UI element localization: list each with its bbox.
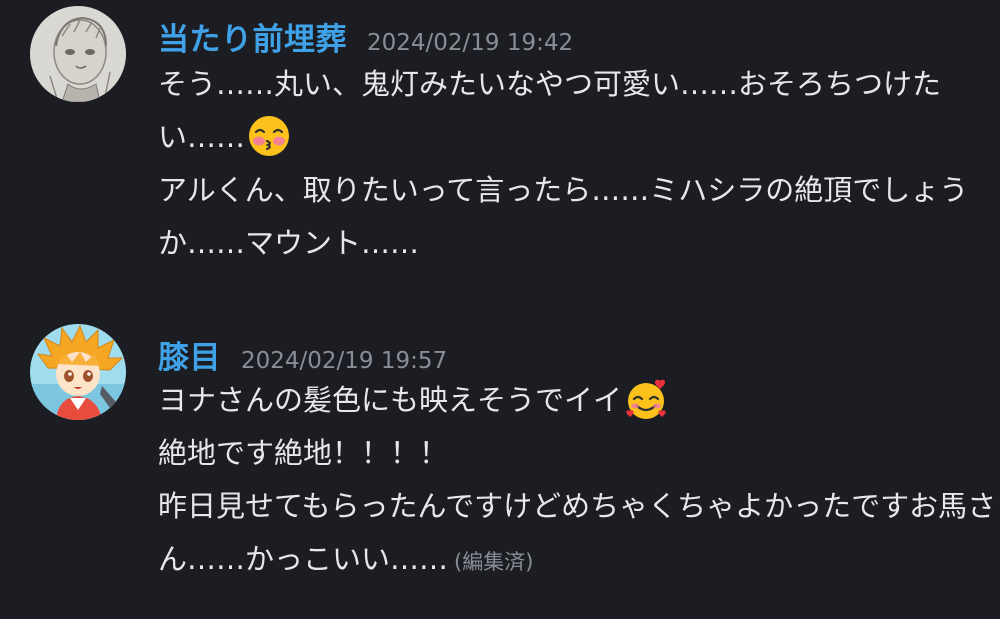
smiling-face-with-hearts-emoji bbox=[626, 379, 666, 419]
message-header: 膝目 2024/02/19 19:57 bbox=[158, 332, 447, 377]
username[interactable]: 当たり前埋葬 bbox=[158, 14, 347, 59]
timestamp: 2024/02/19 19:57 bbox=[241, 348, 448, 374]
message-content: ヨナさんの髪色にも映えそうでイイ 絶地です絶地！！！！ 昨日見せてもらったんです… bbox=[158, 374, 997, 589]
message-line: アルくん、取りたいって言ったら……ミハシラの絶頂でしょう bbox=[158, 173, 969, 207]
edited-indicator: (編集済) bbox=[454, 550, 534, 574]
username[interactable]: 膝目 bbox=[158, 332, 221, 377]
timestamp: 2024/02/19 19:42 bbox=[367, 30, 574, 56]
kissing-face-emoji bbox=[249, 116, 290, 156]
message-line-text: ん……かっこいい…… bbox=[158, 542, 449, 576]
avatar[interactable] bbox=[30, 324, 126, 420]
message-line-with-edited: ん……かっこいい…… (編集済) bbox=[158, 533, 968, 589]
message-line-with-emoji: い…… bbox=[158, 111, 968, 164]
message-line: そう……丸い、鬼灯みたいなやつ可愛い……おそろちつけた bbox=[158, 67, 942, 101]
message-header: 当たり前埋葬 2024/02/19 19:42 bbox=[158, 14, 573, 59]
message-line-text: い…… bbox=[158, 120, 246, 154]
message-line: 絶地です絶地！！！！ bbox=[158, 436, 449, 470]
message-line-with-emoji: ヨナさんの髪色にも映えそうでイイ bbox=[158, 374, 968, 427]
message-line: か……マウント…… bbox=[158, 226, 420, 260]
message-line-text: ヨナさんの髪色にも映えそうでイイ bbox=[158, 383, 623, 417]
avatar-image bbox=[30, 324, 126, 420]
message-line: 昨日見せてもらったんですけどめちゃくちゃよかったですお馬さ bbox=[158, 489, 997, 523]
avatar[interactable] bbox=[30, 6, 126, 102]
message-content: そう……丸い、鬼灯みたいなやつ可愛い……おそろちつけた い…… アルくん、取りた… bbox=[158, 58, 968, 270]
avatar-image bbox=[30, 6, 126, 102]
